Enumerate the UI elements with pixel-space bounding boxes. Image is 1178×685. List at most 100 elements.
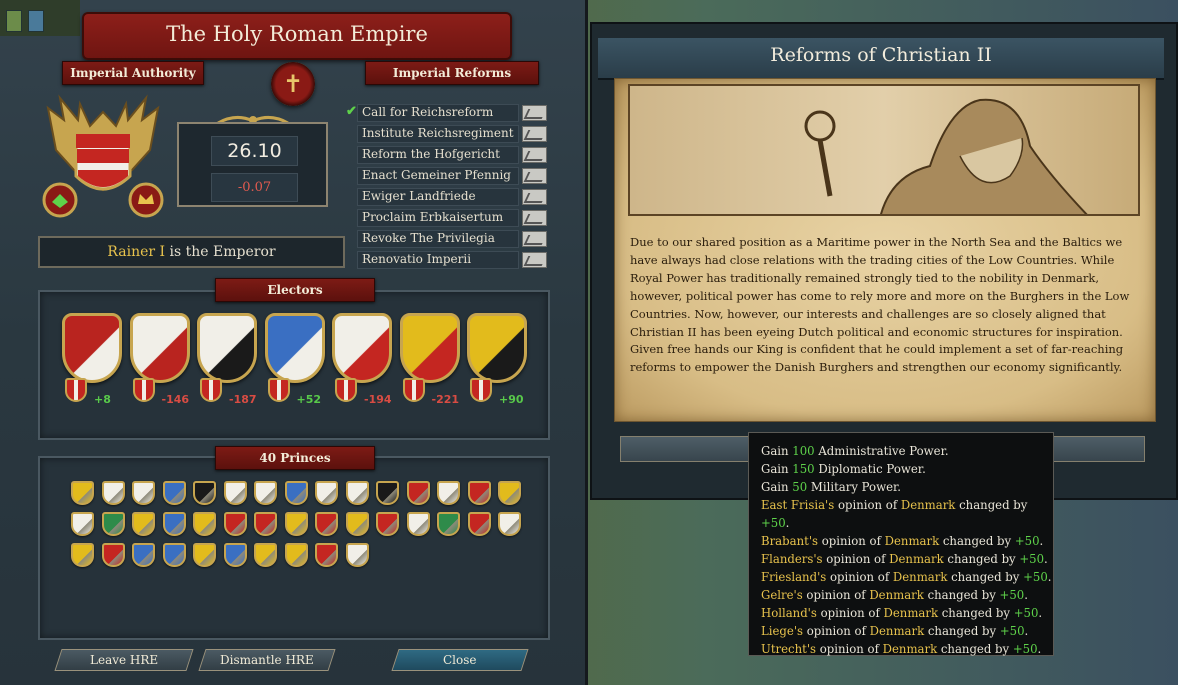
reform-label: Call for Reichsreform	[362, 105, 494, 119]
prince-shield[interactable]	[315, 543, 338, 567]
prince-shield[interactable]	[193, 543, 216, 567]
prince-shield[interactable]	[345, 512, 369, 536]
prince-shield[interactable]	[162, 481, 186, 505]
stat-icon[interactable]	[6, 10, 22, 32]
prince-shield[interactable]	[101, 512, 125, 536]
reform-row[interactable]: Renovatio Imperii	[357, 250, 550, 271]
prince-shield[interactable]	[376, 481, 399, 505]
prince-shield[interactable]	[254, 481, 277, 505]
leave-hre-button[interactable]: Leave HRE	[54, 649, 194, 671]
dismantle-hre-label: Dismantle HRE	[220, 653, 314, 667]
vote-icon[interactable]	[522, 210, 547, 226]
dismantle-hre-button[interactable]: Dismantle HRE	[198, 649, 336, 671]
prince-shield[interactable]	[467, 481, 491, 505]
elector-shield[interactable]	[399, 313, 460, 383]
vote-icon[interactable]	[522, 231, 547, 247]
hre-title-bar: The Holy Roman Empire	[82, 12, 512, 60]
vote-icon[interactable]	[522, 126, 547, 142]
reform-row[interactable]: Revoke The Privilegia	[357, 229, 550, 250]
elector-opinion: -221	[431, 393, 460, 406]
tooltip-opinion-line: Flanders's opinion of Denmark changed by…	[761, 552, 1048, 566]
prince-shield[interactable]	[101, 481, 125, 505]
emperor-suffix: is the Emperor	[165, 244, 276, 260]
vote-icon[interactable]	[522, 189, 547, 205]
prince-shield[interactable]	[345, 481, 369, 505]
vote-icon[interactable]	[522, 105, 547, 121]
prince-shield[interactable]	[284, 543, 308, 567]
prince-shield[interactable]	[132, 512, 155, 536]
prince-shield[interactable]	[437, 481, 460, 505]
prince-shield[interactable]	[284, 512, 308, 536]
prince-shield[interactable]	[315, 481, 338, 505]
prince-shield[interactable]	[223, 543, 247, 567]
imperial-authority-label: Imperial Authority	[62, 61, 204, 85]
reform-row[interactable]: Reform the Hofgericht	[357, 145, 550, 166]
prince-shield[interactable]	[254, 543, 277, 567]
prince-shield[interactable]	[132, 543, 155, 567]
elector-owner-icon[interactable]	[132, 378, 155, 402]
prince-shield[interactable]	[223, 512, 247, 536]
prince-shield[interactable]	[71, 512, 94, 536]
prince-shield[interactable]	[71, 481, 94, 505]
prince-shield[interactable]	[254, 512, 277, 536]
reform-label: Ewiger Landfriede	[362, 189, 476, 203]
elector-owner-icon[interactable]	[402, 378, 425, 402]
elector-shield[interactable]	[129, 313, 190, 383]
elector-owner-icon[interactable]	[65, 378, 87, 402]
prince-shield[interactable]	[162, 543, 186, 567]
elector-owner-icon[interactable]	[267, 378, 290, 402]
prince-shield[interactable]	[132, 481, 155, 505]
elector-shield[interactable]	[264, 313, 325, 383]
tooltip-opinion-line: Friesland's opinion of Denmark changed b…	[761, 570, 1052, 584]
princes-label: 40 Princes	[215, 446, 375, 470]
imperial-authority-box: 26.10 -0.07	[177, 122, 328, 207]
vote-icon[interactable]	[522, 147, 547, 163]
reform-row[interactable]: Proclaim Erbkaisertum	[357, 208, 550, 229]
vote-icon[interactable]	[522, 252, 547, 268]
event-header: Reforms of Christian II	[598, 38, 1164, 80]
emperor-name[interactable]: Rainer I	[107, 244, 165, 260]
tooltip-opinion-line: Gelre's opinion of Denmark changed by +5…	[761, 588, 1028, 602]
prince-shield[interactable]	[498, 512, 521, 536]
prince-shield[interactable]	[345, 543, 369, 567]
prince-shield[interactable]	[376, 512, 399, 536]
elector-shield[interactable]	[467, 313, 527, 383]
event-paragraph: Given free hands our King is confident t…	[630, 342, 1124, 375]
elector-shield[interactable]	[62, 313, 122, 383]
elector-owner-icon[interactable]	[470, 378, 492, 402]
reform-label: Revoke The Privilegia	[362, 231, 495, 245]
prince-shield[interactable]	[406, 512, 430, 536]
close-label: Close	[443, 653, 477, 667]
reform-row[interactable]: Institute Reichsregiment	[357, 124, 550, 145]
prince-shield[interactable]	[284, 481, 308, 505]
elector-owner-icon[interactable]	[200, 378, 222, 402]
elector-shield[interactable]	[197, 313, 257, 383]
prince-shield[interactable]	[406, 481, 430, 505]
prince-shield[interactable]	[71, 543, 94, 567]
cross-icon[interactable]: ✝	[271, 62, 315, 106]
tooltip-opinion-line: Brabant's opinion of Denmark changed by …	[761, 534, 1044, 548]
imperial-reforms-label: Imperial Reforms	[365, 61, 539, 85]
vote-icon[interactable]	[522, 168, 547, 184]
prince-shield[interactable]	[193, 512, 216, 536]
prince-shield[interactable]	[223, 481, 247, 505]
prince-shield[interactable]	[162, 512, 186, 536]
reform-row[interactable]: ✔ Call for Reichsreform	[346, 103, 550, 124]
leave-hre-label: Leave HRE	[89, 653, 159, 667]
prince-shield[interactable]	[467, 512, 491, 536]
prince-shield[interactable]	[193, 481, 216, 505]
prince-shield[interactable]	[315, 512, 338, 536]
imperial-eagle-icon	[42, 94, 164, 218]
reform-row[interactable]: Enact Gemeiner Pfennig	[357, 166, 550, 187]
prince-shield[interactable]	[101, 543, 125, 567]
prince-shield[interactable]	[498, 481, 521, 505]
top-left-icons	[0, 0, 80, 36]
stat-icon[interactable]	[28, 10, 44, 32]
elector-shield[interactable]	[332, 313, 392, 383]
event-description: Due to our shared position as a Maritime…	[630, 234, 1140, 377]
reform-row[interactable]: Ewiger Landfriede	[357, 187, 550, 208]
prince-shield[interactable]	[437, 512, 460, 536]
close-button[interactable]: Close	[391, 649, 529, 671]
opinion-lines: East Frisia's opinion of Denmark changed…	[761, 496, 1053, 658]
elector-owner-icon[interactable]	[335, 378, 357, 402]
